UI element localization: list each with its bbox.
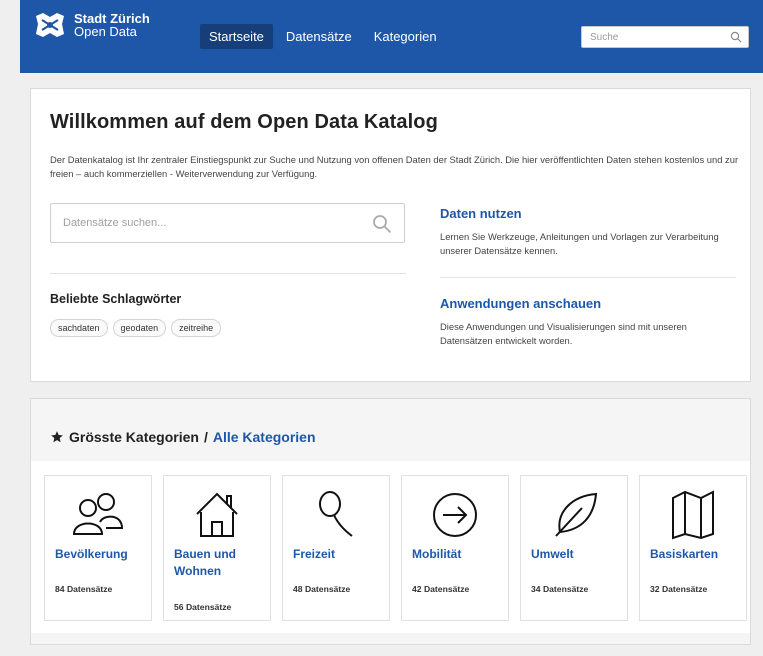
- heading-separator: /: [203, 429, 208, 445]
- category-card-umwelt[interactable]: Umwelt 34 Datensätze: [520, 475, 628, 621]
- use-data-link[interactable]: Daten nutzen: [440, 206, 740, 221]
- tag-geodaten[interactable]: geodaten: [112, 319, 167, 337]
- dataset-search-input[interactable]: [51, 204, 351, 242]
- nav-datensaetze[interactable]: Datensätze: [277, 24, 361, 49]
- category-card-basiskarten[interactable]: Basiskarten 32 Datensätze: [639, 475, 747, 621]
- category-card-mobilitaet[interactable]: Mobilität 42 Datensätze: [401, 475, 509, 621]
- tag-sachdaten[interactable]: sachdaten: [50, 319, 108, 337]
- category-name: Freizeit: [293, 547, 336, 561]
- category-name: Bevölkerung: [55, 547, 128, 561]
- map-icon: [672, 490, 714, 540]
- popular-tags-title: Beliebte Schlagwörter: [50, 292, 182, 306]
- dataset-search: [50, 203, 405, 243]
- apps-link[interactable]: Anwendungen anschauen: [440, 296, 740, 311]
- header-search: [581, 26, 749, 48]
- category-count: 48 Datensätze: [293, 584, 351, 594]
- apps-description: Diese Anwendungen und Visualisierungen s…: [440, 321, 687, 346]
- category-card-bevoelkerung[interactable]: Bevölkerung 84 Datensätze: [44, 475, 152, 621]
- intro-text: Der Datenkatalog ist Ihr zentraler Einst…: [50, 154, 739, 179]
- categories-panel: Grösste Kategorien / Alle Kategorien Bev…: [30, 398, 751, 645]
- search-icon[interactable]: [372, 214, 392, 234]
- nav-kategorien[interactable]: Kategorien: [365, 24, 446, 49]
- divider: [50, 273, 406, 274]
- category-name: Umwelt: [531, 547, 574, 561]
- category-card-bauen-und-wohnen[interactable]: Bauen und Wohnen 56 Datensätze: [163, 475, 271, 621]
- welcome-panel: Willkommen auf dem Open Data Katalog Der…: [30, 88, 751, 382]
- main-nav: Startseite Datensätze Kategorien: [200, 24, 450, 49]
- arrow-circle-icon: [433, 493, 477, 537]
- search-icon[interactable]: [730, 31, 742, 43]
- brand-logo[interactable]: Stadt Zürich Open Data: [34, 12, 150, 38]
- use-data-description: Lernen Sie Werkzeuge, Anleitungen und Vo…: [440, 231, 719, 256]
- star-icon: [51, 431, 63, 443]
- brand-subtitle: Open Data: [74, 24, 137, 39]
- page-title: Willkommen auf dem Open Data Katalog: [50, 111, 438, 133]
- zurich-crest-icon: [36, 13, 64, 37]
- categories-heading: Grösste Kategorien / Alle Kategorien: [50, 429, 316, 445]
- popular-tags: sachdaten geodaten zeitreihe: [50, 319, 226, 337]
- top-navigation-bar: Stadt Zürich Open Data Startseite Datens…: [20, 0, 763, 73]
- category-name: Basiskarten: [650, 547, 719, 561]
- divider: [440, 277, 736, 278]
- category-count: 56 Datensätze: [174, 602, 232, 612]
- header-search-input[interactable]: [582, 27, 722, 48]
- tag-zeitreihe[interactable]: zeitreihe: [171, 319, 222, 337]
- category-count: 42 Datensätze: [412, 584, 470, 594]
- people-icon: [72, 493, 124, 535]
- category-card-freizeit[interactable]: Freizeit 48 Datensätze: [282, 475, 390, 621]
- category-count: 34 Datensätze: [531, 584, 589, 594]
- leaf-icon: [555, 492, 598, 537]
- house-icon: [196, 492, 238, 537]
- category-count: 84 Datensätze: [55, 584, 113, 594]
- use-data-section: Daten nutzen Lernen Sie Werkzeuge, Anlei…: [440, 206, 740, 258]
- category-name: Bauen und Wohnen: [174, 547, 236, 578]
- categories-title: Grösste Kategorien: [69, 429, 199, 445]
- all-categories-link[interactable]: Alle Kategorien: [213, 429, 316, 445]
- category-name: Mobilität: [412, 547, 462, 561]
- apps-section: Anwendungen anschauen Diese Anwendungen …: [440, 296, 740, 348]
- nav-startseite[interactable]: Startseite: [200, 24, 273, 49]
- category-count: 32 Datensätze: [650, 584, 708, 594]
- racket-icon: [319, 491, 353, 537]
